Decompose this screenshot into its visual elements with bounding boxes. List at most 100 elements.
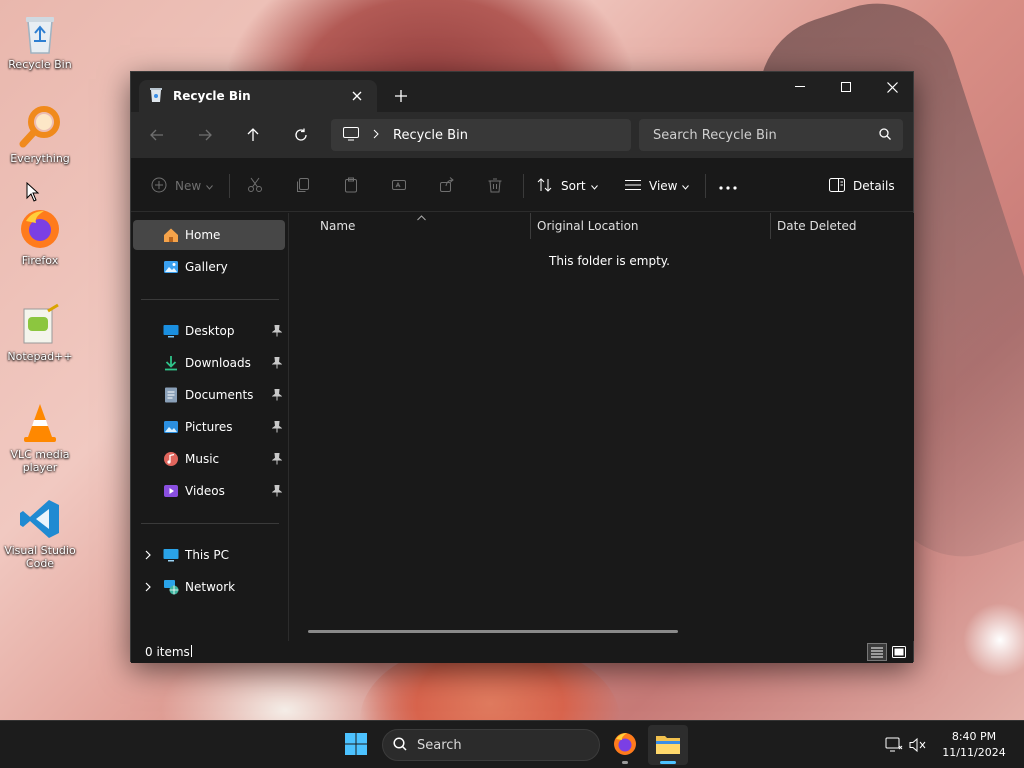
breadcrumb-location[interactable]: Recycle Bin — [393, 128, 468, 143]
network-status-icon[interactable] — [884, 735, 904, 755]
sidebar-item-label: Videos — [185, 484, 225, 498]
pin-icon[interactable] — [271, 452, 283, 466]
close-window-button[interactable] — [869, 72, 915, 102]
details-view-toggle[interactable] — [867, 643, 887, 661]
paste-button[interactable] — [343, 172, 359, 200]
pin-icon[interactable] — [271, 324, 283, 338]
sidebar-item-label: Desktop — [185, 324, 235, 338]
sidebar-item-videos[interactable]: Videos — [133, 476, 285, 506]
mouse-cursor-icon — [26, 181, 40, 205]
sidebar-item-desktop[interactable]: Desktop — [133, 316, 285, 346]
back-button[interactable] — [143, 122, 171, 148]
tiles-view-toggle[interactable] — [889, 643, 909, 661]
sidebar-item-music[interactable]: Music — [133, 444, 285, 474]
close-tab-icon[interactable] — [347, 86, 367, 106]
pin-icon[interactable] — [271, 484, 283, 498]
toolbar-divider — [705, 174, 706, 198]
pin-icon[interactable] — [271, 420, 283, 434]
network-icon — [163, 579, 179, 595]
new-button[interactable]: New — [151, 172, 214, 200]
forward-button[interactable] — [191, 122, 219, 148]
file-list-pane: Name Original Location Date Deleted This… — [290, 213, 914, 641]
details-pane-icon — [829, 177, 845, 195]
navigation-pane: Home Gallery Desktop Downloads Documents… — [131, 213, 289, 641]
details-button-label: Details — [853, 179, 895, 193]
refresh-button[interactable] — [287, 122, 315, 148]
taskbar-search[interactable]: Search — [382, 729, 600, 761]
item-count: 0 items — [145, 645, 190, 659]
rename-button[interactable] — [391, 172, 407, 200]
more-options-button[interactable] — [719, 172, 737, 200]
sidebar-item-downloads[interactable]: Downloads — [133, 348, 285, 378]
sidebar-item-label: Home — [185, 228, 221, 242]
taskbar-firefox[interactable] — [605, 725, 645, 765]
navigation-bar: Recycle Bin — [131, 112, 913, 158]
clock-date: 11/11/2024 — [942, 746, 1006, 759]
recycle-bin-icon — [17, 10, 63, 56]
maximize-button[interactable] — [823, 72, 869, 102]
horizontal-scrollbar[interactable] — [308, 630, 678, 633]
delete-button[interactable] — [487, 172, 503, 200]
details-pane-button[interactable]: Details — [829, 172, 895, 200]
copy-button[interactable] — [295, 172, 311, 200]
vscode-icon — [17, 496, 63, 542]
cut-button[interactable] — [247, 172, 263, 200]
column-header-name[interactable]: Name — [320, 213, 355, 239]
volume-muted-icon[interactable] — [908, 735, 928, 755]
ellipsis-icon — [719, 179, 737, 193]
clipboard-icon — [343, 177, 359, 196]
desktop-icon-label: Everything — [10, 152, 70, 165]
breadcrumb-chevron-icon — [373, 128, 379, 142]
sidebar-item-network[interactable]: Network — [133, 572, 285, 602]
search-box[interactable] — [639, 119, 903, 151]
desktop-icon-recycle-bin[interactable]: Recycle Bin — [2, 10, 78, 71]
column-header-date-deleted[interactable]: Date Deleted — [777, 213, 857, 239]
share-button[interactable] — [439, 172, 455, 200]
sidebar-item-gallery[interactable]: Gallery — [133, 252, 285, 282]
desktop-icon-vlc[interactable]: VLC media player — [2, 400, 78, 474]
sidebar-item-home[interactable]: Home — [133, 220, 285, 250]
home-icon — [163, 227, 179, 243]
minimize-button[interactable] — [777, 72, 823, 102]
rename-icon — [391, 177, 407, 196]
desktop-icon-everything[interactable]: Everything — [2, 104, 78, 165]
up-button[interactable] — [239, 122, 267, 148]
expand-chevron-icon[interactable] — [141, 548, 155, 562]
title-bar: Recycle Bin — [131, 72, 913, 112]
taskbar-search-label: Search — [417, 737, 462, 753]
desktop-icon-notepadpp[interactable]: Notepad++ — [2, 302, 78, 363]
start-button[interactable] — [340, 729, 372, 761]
chevron-down-icon — [206, 179, 214, 193]
desktop-icon-label: Notepad++ — [7, 350, 73, 363]
search-icon — [879, 127, 891, 143]
column-divider[interactable] — [530, 213, 531, 239]
pin-icon[interactable] — [271, 356, 283, 370]
expand-chevron-icon[interactable] — [141, 580, 155, 594]
taskbar-file-explorer[interactable] — [648, 725, 688, 765]
desktop-icon-label: Firefox — [21, 254, 59, 267]
sidebar-item-label: Network — [185, 580, 236, 594]
pin-icon[interactable] — [271, 388, 283, 402]
view-button[interactable]: View — [625, 172, 690, 200]
new-tab-button[interactable] — [389, 84, 413, 108]
chevron-down-icon — [590, 179, 598, 193]
search-input[interactable] — [653, 127, 879, 143]
gallery-icon — [163, 259, 179, 275]
sidebar-item-label: Gallery — [185, 260, 228, 274]
sidebar-item-this-pc[interactable]: This PC — [133, 540, 285, 570]
firefox-icon — [612, 731, 638, 760]
address-bar[interactable]: Recycle Bin — [331, 119, 631, 151]
desktop-icon-vscode[interactable]: Visual Studio Code — [2, 496, 78, 570]
tab-recycle-bin[interactable]: Recycle Bin — [139, 80, 377, 112]
sidebar-item-pictures[interactable]: Pictures — [133, 412, 285, 442]
desktop-icon-label: Recycle Bin — [8, 58, 72, 71]
toolbar-divider — [229, 174, 230, 198]
desktop-icon-firefox[interactable]: Firefox — [2, 206, 78, 267]
column-header-original-location[interactable]: Original Location — [537, 213, 639, 239]
column-divider[interactable] — [770, 213, 771, 239]
sort-button-label: Sort — [561, 179, 586, 193]
desktop-icon-label: VLC media player — [10, 448, 70, 474]
sidebar-item-documents[interactable]: Documents — [133, 380, 285, 410]
sort-button[interactable]: Sort — [537, 172, 598, 200]
system-clock[interactable]: 8:40 PM 11/11/2024 — [930, 729, 1018, 761]
